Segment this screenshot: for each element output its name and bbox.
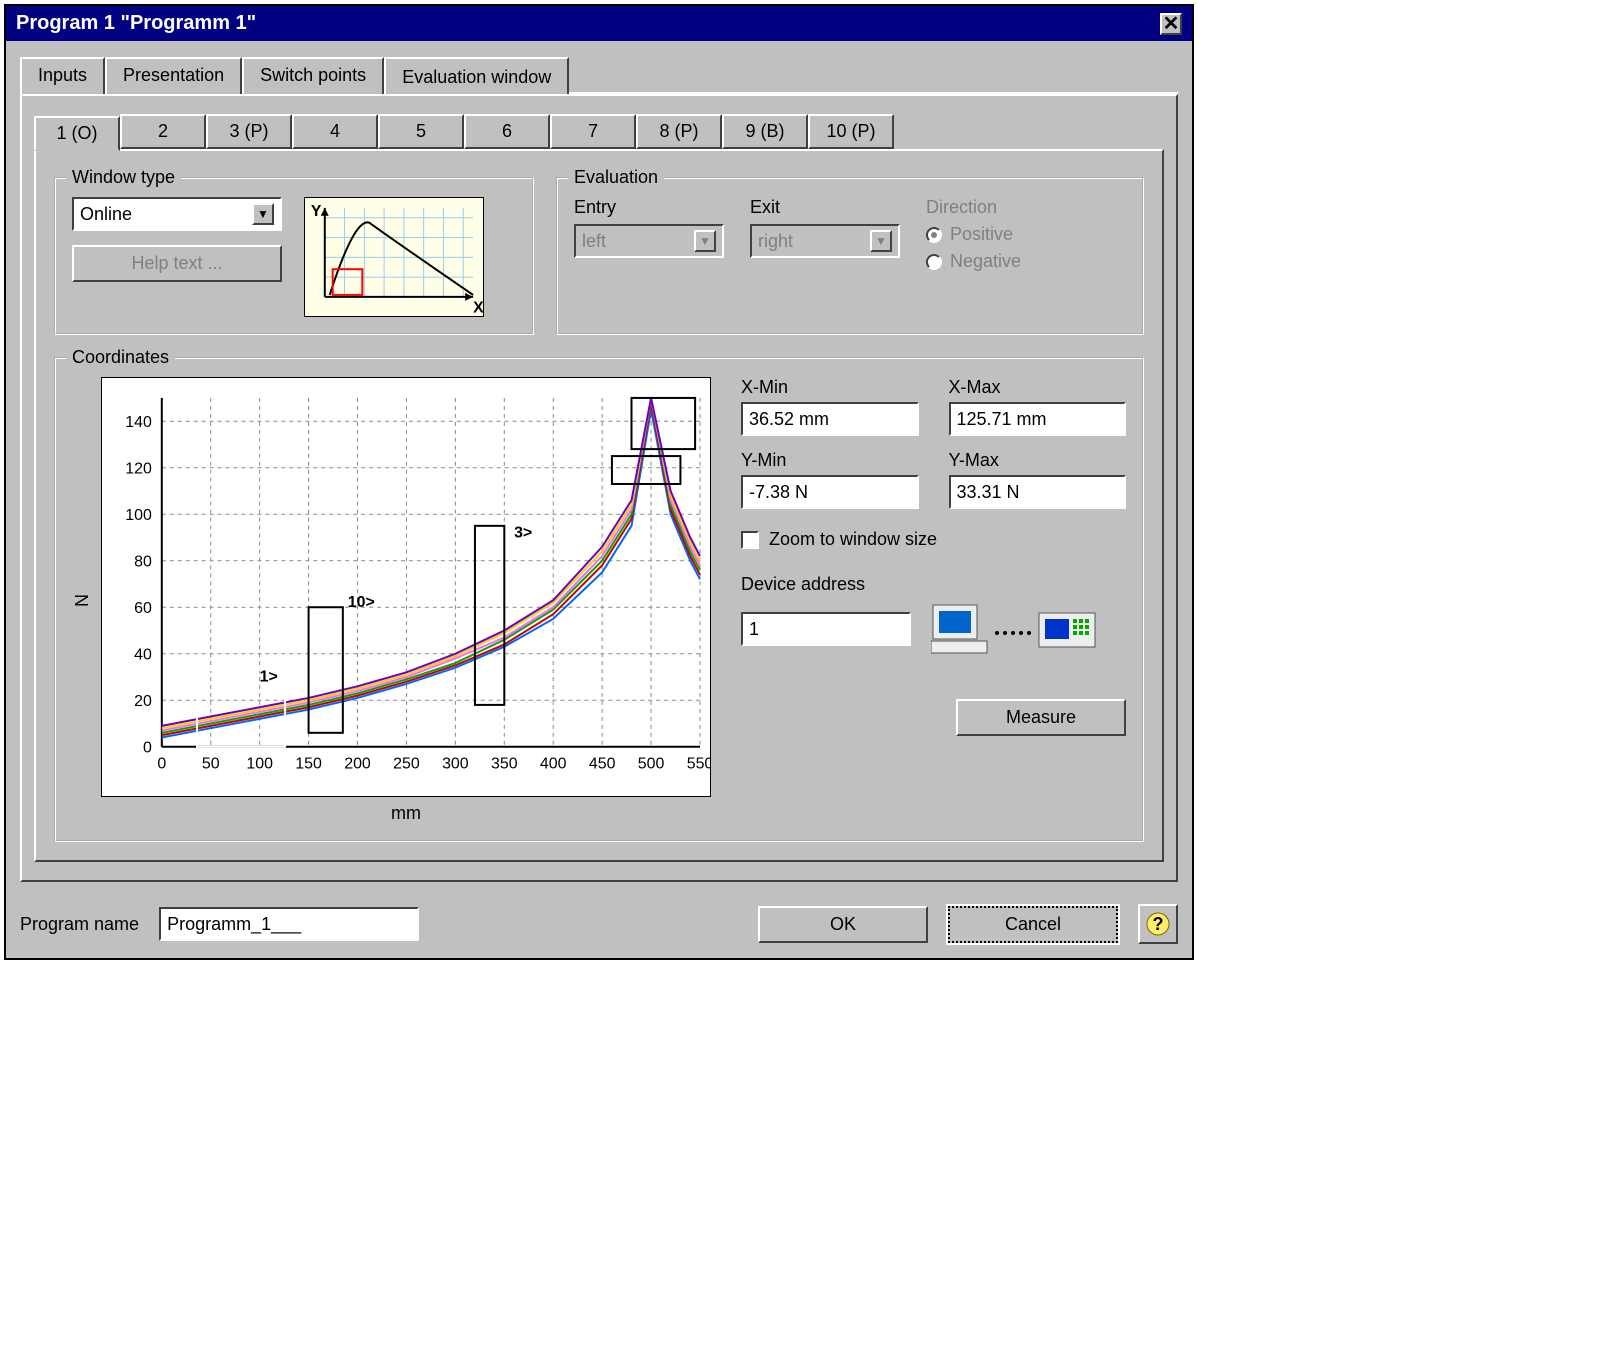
svg-text:Y: Y bbox=[311, 203, 322, 220]
coordinates-group: Coordinates N 05010015020025030035040045… bbox=[54, 357, 1144, 842]
ok-button[interactable]: OK bbox=[758, 906, 928, 943]
window-tab-4[interactable]: 4 bbox=[292, 114, 378, 149]
window-type-group: Window type Online ▼ Help text ... bbox=[54, 177, 534, 335]
app-window: Program 1 "Programm 1" ✕ InputsPresentat… bbox=[4, 4, 1194, 960]
xmax-label: X-Max bbox=[949, 377, 1127, 398]
svg-text:100: 100 bbox=[125, 507, 152, 524]
window-detail-panel: Window type Online ▼ Help text ... bbox=[34, 149, 1164, 862]
window-tab-8[interactable]: 8 (P) bbox=[636, 114, 722, 149]
title-bar: Program 1 "Programm 1" ✕ bbox=[6, 6, 1192, 41]
main-tab-row: InputsPresentationSwitch pointsEvaluatio… bbox=[20, 55, 1178, 94]
svg-text:140: 140 bbox=[125, 414, 152, 431]
program-name-label: Program name bbox=[20, 914, 139, 935]
window-title: Program 1 "Programm 1" bbox=[16, 12, 256, 35]
svg-text:100: 100 bbox=[246, 756, 273, 773]
window-tab-5[interactable]: 5 bbox=[378, 114, 464, 149]
svg-text:200: 200 bbox=[344, 756, 371, 773]
xmin-label: X-Min bbox=[741, 377, 919, 398]
exit-value: right bbox=[758, 231, 793, 252]
chevron-down-icon: ▼ bbox=[252, 203, 274, 225]
svg-text:50: 50 bbox=[202, 756, 220, 773]
footer: Program name Programm_1___ OK Cancel ? bbox=[20, 904, 1178, 944]
window-tab-10[interactable]: 10 (P) bbox=[808, 114, 894, 149]
client-area: InputsPresentationSwitch pointsEvaluatio… bbox=[6, 41, 1192, 958]
svg-text:X: X bbox=[473, 300, 483, 317]
svg-text:0: 0 bbox=[157, 756, 166, 773]
svg-text:400: 400 bbox=[540, 756, 567, 773]
window-number-tabs: 1 (O)23 (P)45678 (P)9 (B)10 (P) bbox=[34, 114, 1164, 149]
program-name-field[interactable]: Programm_1___ bbox=[159, 907, 419, 941]
tab-presentation[interactable]: Presentation bbox=[105, 57, 242, 94]
window-tab-9[interactable]: 9 (B) bbox=[722, 114, 808, 149]
ymax-field[interactable]: 33.31 N bbox=[949, 475, 1127, 509]
ymax-label: Y-Max bbox=[949, 450, 1127, 471]
window-tab-6[interactable]: 6 bbox=[464, 114, 550, 149]
tab-evaluation-window[interactable]: Evaluation window bbox=[384, 57, 569, 94]
entry-combo[interactable]: left ▼ bbox=[574, 224, 724, 258]
svg-text:250: 250 bbox=[393, 756, 420, 773]
svg-text:350: 350 bbox=[491, 756, 518, 773]
svg-text:80: 80 bbox=[134, 554, 152, 571]
xmax-field[interactable]: 125.71 mm bbox=[949, 402, 1127, 436]
svg-text:60: 60 bbox=[134, 600, 152, 617]
ymin-label: Y-Min bbox=[741, 450, 919, 471]
chart-ylabel: N bbox=[72, 594, 93, 607]
cancel-button[interactable]: Cancel bbox=[948, 906, 1118, 943]
main-tab-panel: 1 (O)23 (P)45678 (P)9 (B)10 (P) Window t… bbox=[20, 94, 1178, 882]
window-type-combo[interactable]: Online ▼ bbox=[72, 197, 282, 231]
entry-value: left bbox=[582, 231, 606, 252]
svg-text:10>: 10> bbox=[348, 594, 375, 611]
window-type-preview: X Y bbox=[304, 197, 484, 317]
svg-text:3>: 3> bbox=[514, 524, 532, 541]
svg-text:1>: 1> bbox=[260, 669, 278, 686]
coordinates-label: Coordinates bbox=[66, 347, 175, 368]
window-type-value: Online bbox=[80, 204, 132, 225]
svg-text:550: 550 bbox=[687, 756, 710, 773]
evaluation-label: Evaluation bbox=[568, 167, 664, 188]
svg-text:40: 40 bbox=[134, 647, 152, 664]
evaluation-group: Evaluation Entry left ▼ Exit bbox=[556, 177, 1144, 335]
svg-text:?: ? bbox=[1153, 914, 1164, 934]
coordinates-chart[interactable]: 0 50 100 150 200 250 300 350 400 450 500 550 0 20 40 60… bbox=[101, 377, 711, 797]
connection-icon bbox=[931, 599, 1101, 659]
chart-xlabel: mm bbox=[101, 803, 711, 824]
xmin-field[interactable]: 36.52 mm bbox=[741, 402, 919, 436]
measure-button[interactable]: Measure bbox=[956, 699, 1126, 736]
ymin-field[interactable]: -7.38 N bbox=[741, 475, 919, 509]
exit-combo[interactable]: right ▼ bbox=[750, 224, 900, 258]
svg-text:150: 150 bbox=[295, 756, 322, 773]
tab-switch-points[interactable]: Switch points bbox=[242, 57, 384, 94]
window-tab-7[interactable]: 7 bbox=[550, 114, 636, 149]
chevron-down-icon: ▼ bbox=[694, 230, 716, 252]
window-type-label: Window type bbox=[66, 167, 181, 188]
help-icon[interactable]: ? bbox=[1138, 904, 1178, 944]
window-tab-3[interactable]: 3 (P) bbox=[206, 114, 292, 149]
entry-label: Entry bbox=[574, 197, 724, 218]
window-tab-1[interactable]: 1 (O) bbox=[34, 116, 120, 151]
svg-text:120: 120 bbox=[125, 461, 152, 478]
direction-negative-radio[interactable]: Negative bbox=[926, 251, 1021, 272]
direction-label: Direction bbox=[926, 197, 1021, 218]
svg-text:0: 0 bbox=[143, 740, 152, 757]
window-tab-2[interactable]: 2 bbox=[120, 114, 206, 149]
chevron-down-icon: ▼ bbox=[870, 230, 892, 252]
direction-positive-radio[interactable]: Positive bbox=[926, 224, 1021, 245]
close-icon[interactable]: ✕ bbox=[1160, 13, 1182, 35]
zoom-checkbox[interactable]: Zoom to window size bbox=[741, 529, 1126, 550]
tab-inputs[interactable]: Inputs bbox=[20, 57, 105, 94]
svg-text:450: 450 bbox=[589, 756, 616, 773]
svg-text:20: 20 bbox=[134, 693, 152, 710]
device-address-label: Device address bbox=[741, 574, 1126, 595]
help-text-button[interactable]: Help text ... bbox=[72, 245, 282, 282]
exit-label: Exit bbox=[750, 197, 900, 218]
svg-text:300: 300 bbox=[442, 756, 469, 773]
svg-text:500: 500 bbox=[638, 756, 665, 773]
device-address-field[interactable]: 1 bbox=[741, 612, 911, 646]
